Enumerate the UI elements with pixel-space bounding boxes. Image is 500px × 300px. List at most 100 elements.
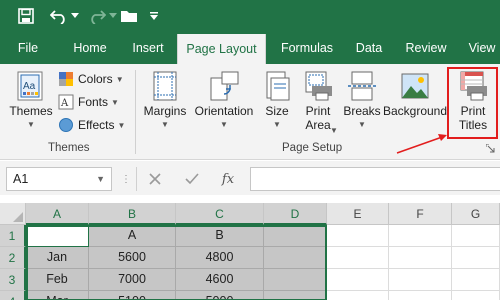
background-button[interactable]: Background <box>382 70 448 118</box>
callout-arrow-icon <box>396 134 447 154</box>
tab-data[interactable]: Data <box>348 32 390 64</box>
cell-a2[interactable]: Jan <box>26 247 89 269</box>
more-options-icon[interactable]: ⋮ <box>121 174 132 185</box>
tab-file[interactable]: File <box>8 32 48 64</box>
cell-d1[interactable] <box>264 225 327 247</box>
name-box[interactable]: A1 ▼ <box>6 167 112 191</box>
column-header-b[interactable]: B <box>89 203 176 225</box>
formula-bar-divider <box>136 167 137 191</box>
background-icon <box>401 73 429 99</box>
chevron-down-icon: ▼ <box>117 120 126 130</box>
group-divider <box>135 70 136 154</box>
insert-function-button[interactable]: fx <box>216 167 240 191</box>
row-header-4[interactable]: 4 <box>0 291 26 300</box>
cell-a4[interactable]: Mar <box>26 291 89 300</box>
cell-d3[interactable] <box>264 269 327 291</box>
cell-e1[interactable] <box>327 225 389 247</box>
customize-dropdown-icon[interactable] <box>146 4 162 28</box>
size-icon <box>266 71 290 101</box>
column-header-d[interactable]: D <box>264 203 327 225</box>
margins-button[interactable]: Margins ▼ <box>142 70 188 132</box>
chevron-down-icon: ▼ <box>111 97 119 107</box>
tab-insert[interactable]: Insert <box>124 32 172 64</box>
cell-b4[interactable]: 5100 <box>89 291 176 300</box>
size-button[interactable]: Size ▼ <box>262 70 292 132</box>
redo-icon[interactable] <box>86 4 108 28</box>
save-icon[interactable] <box>14 4 38 28</box>
colors-button[interactable]: Colors ▼ <box>58 69 124 89</box>
undo-icon[interactable] <box>48 4 70 28</box>
column-header-c[interactable]: C <box>176 203 264 225</box>
undo-dropdown-icon[interactable] <box>70 4 80 28</box>
chevron-down-icon: ▼ <box>161 120 169 129</box>
fonts-button[interactable]: A Fonts ▼ <box>58 92 119 112</box>
open-folder-icon[interactable] <box>118 4 140 28</box>
themes-group-label: Themes <box>48 142 90 154</box>
print-titles-highlight <box>447 67 498 139</box>
redo-dropdown-icon[interactable] <box>108 4 118 28</box>
row-header-1[interactable]: 1 <box>0 225 26 247</box>
select-all-button[interactable] <box>0 203 26 225</box>
cell-c4[interactable]: 5000 <box>176 291 264 300</box>
cell-e4[interactable] <box>327 291 389 300</box>
cell-c3[interactable]: 4600 <box>176 269 264 291</box>
column-header-a[interactable]: A <box>26 203 89 225</box>
cancel-x-icon[interactable] <box>143 167 167 191</box>
cell-g1[interactable] <box>452 225 500 247</box>
chevron-down-icon: ▼ <box>96 174 105 184</box>
chevron-down-icon: ▼ <box>273 120 281 129</box>
themes-icon: Aa <box>17 71 43 101</box>
themes-button[interactable]: Aa Themes ▼ <box>8 70 54 132</box>
tab-formulas[interactable]: Formulas <box>272 32 342 64</box>
chevron-down-icon: ▼ <box>330 126 338 135</box>
effects-icon <box>59 118 73 132</box>
colors-icon <box>59 72 73 86</box>
cell-f3[interactable] <box>389 269 452 291</box>
cell-d2[interactable] <box>264 247 327 269</box>
svg-text:Aa: Aa <box>23 81 36 92</box>
chevron-down-icon: ▼ <box>358 120 366 129</box>
margins-icon <box>153 71 177 101</box>
formula-bar: A1 ▼ ⋮ fx <box>0 161 500 195</box>
dialog-launcher-icon[interactable] <box>486 144 495 153</box>
row-header-2[interactable]: 2 <box>0 247 26 269</box>
cell-f4[interactable] <box>389 291 452 300</box>
cell-a3[interactable]: Feb <box>26 269 89 291</box>
formula-input[interactable] <box>250 167 500 191</box>
svg-text:A: A <box>60 98 69 109</box>
column-header-g[interactable]: G <box>452 203 500 225</box>
themes-label: Themes <box>9 104 53 118</box>
cell-b3[interactable]: 7000 <box>89 269 176 291</box>
cell-f1[interactable] <box>389 225 452 247</box>
cell-c1[interactable]: B <box>176 225 264 247</box>
cell-e3[interactable] <box>327 269 389 291</box>
cell-g4[interactable] <box>452 291 500 300</box>
page-setup-group-label: Page Setup <box>282 142 343 154</box>
tab-review[interactable]: Review <box>398 32 454 64</box>
print-area-button[interactable]: Print Area <box>298 70 338 132</box>
breaks-button[interactable]: Breaks ▼ <box>342 70 382 132</box>
effects-button[interactable]: Effects ▼ <box>58 115 125 135</box>
tab-view[interactable]: View <box>462 32 500 64</box>
cell-e2[interactable] <box>327 247 389 269</box>
cell-d4[interactable] <box>264 291 327 300</box>
tab-home[interactable]: Home <box>62 32 118 64</box>
column-header-f[interactable]: F <box>389 203 452 225</box>
cell-b2[interactable]: 5600 <box>89 247 176 269</box>
cell-f2[interactable] <box>389 247 452 269</box>
cell-g3[interactable] <box>452 269 500 291</box>
cell-g2[interactable] <box>452 247 500 269</box>
row-header-3[interactable]: 3 <box>0 269 26 291</box>
worksheet-grid: A B C D E F G 1 2 3 4 A B Jan 5600 4800 … <box>0 203 500 300</box>
tab-page-layout[interactable]: Page Layout <box>177 34 266 64</box>
orientation-button[interactable]: Orientation ▼ <box>192 70 256 132</box>
cell-c2[interactable]: 4800 <box>176 247 264 269</box>
cell-b1[interactable]: A <box>89 225 176 247</box>
fonts-icon: A <box>58 94 74 110</box>
enter-check-icon[interactable] <box>180 167 204 191</box>
cell-a1[interactable] <box>26 225 89 247</box>
column-header-e[interactable]: E <box>327 203 389 225</box>
chevron-down-icon: ▼ <box>220 120 228 129</box>
breaks-icon <box>348 71 376 101</box>
ribbon-tabs: File Home Insert Page Layout Formulas Da… <box>0 32 500 64</box>
